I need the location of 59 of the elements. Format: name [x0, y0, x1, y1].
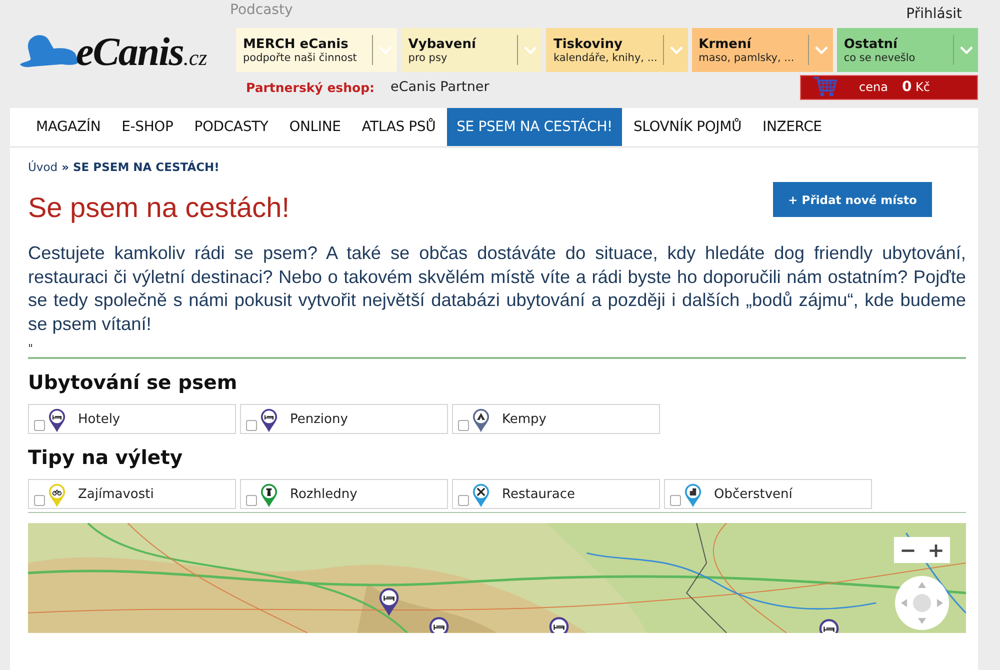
chevron-icon: [524, 46, 538, 54]
chevron-icon: [960, 46, 973, 54]
nav-tab[interactable]: INZERCE: [752, 108, 832, 146]
checkbox[interactable]: [458, 495, 469, 506]
checkbox[interactable]: [34, 420, 45, 431]
category-title: Krmení: [698, 36, 753, 52]
section-heading: Ubytování se psem: [28, 371, 238, 394]
nav-tab[interactable]: ATLAS PSŮ: [352, 108, 446, 146]
category-subtitle: podpořte naši činnost: [243, 52, 358, 64]
filter-option[interactable]: Rozhledny: [240, 479, 448, 509]
breadcrumb-current: SE PSEM NA CESTÁCH!: [73, 160, 220, 174]
section-heading: Tipy na výlety: [28, 446, 184, 469]
nav-tab[interactable]: SE PSEM NA CESTÁCH!: [446, 108, 622, 146]
nav-tab[interactable]: SLOVNÍK POJMŮ: [623, 108, 752, 146]
filter-option[interactable]: Občerstvení: [664, 479, 872, 509]
category-subtitle: pro psy: [408, 52, 448, 64]
cart-icon: [813, 76, 837, 98]
page-title: Se psem na cestách!: [28, 192, 290, 224]
category-title: Ostatní: [844, 36, 899, 52]
add-place-button[interactable]: + Přidat nové místo: [773, 182, 932, 217]
category-tab[interactable]: Krmení maso, pamlsky, ...: [692, 28, 833, 72]
filter-option[interactable]: Hotely: [28, 404, 236, 434]
category-subtitle: maso, pamlsky, ...: [698, 52, 796, 64]
checkbox[interactable]: [670, 495, 681, 506]
checkbox[interactable]: [246, 495, 257, 506]
chevron-icon: [814, 46, 828, 54]
category-tab[interactable]: Vybavení pro psy: [401, 28, 542, 72]
filter-option[interactable]: Penziony: [240, 404, 448, 434]
nav-tab[interactable]: PODCASTY: [184, 108, 278, 146]
checkbox[interactable]: [458, 420, 469, 431]
map-marker-icon: [378, 587, 400, 617]
checkbox[interactable]: [246, 420, 257, 431]
category-title: MERCH eCanis: [243, 36, 350, 52]
site-logo[interactable]: eCanis.cz: [76, 28, 208, 75]
category-tab[interactable]: Ostatní co se nevešlo: [836, 28, 978, 72]
breadcrumb-link[interactable]: Úvod: [28, 160, 58, 174]
breadcrumb-separator: »: [62, 160, 69, 174]
category-subtitle: kalendáře, knihy, ...: [553, 52, 658, 64]
partner-link[interactable]: eCanis Partner: [390, 79, 490, 95]
intro-paragraph: Cestujete kamkoliv rádi se psem? A také se občas dostáváte do situace, kdy hledáte dog friendly ubytování, restauraci či výletní destinaci? Nebo o takovém skvělém místě víte a rádi byste ho doporučili nám ostatním? Pojďte se tedy společně s námi pokusit vytvořit největší databázi ubytování a později i dalších „bodů zájmu“, kde budeme se psem vítaní!: [28, 242, 966, 336]
nav-tab[interactable]: E-SHOP: [112, 108, 184, 146]
cart-button[interactable]: cena 0 Kč: [800, 74, 978, 100]
category-subtitle: co se nevešlo: [844, 52, 916, 64]
login-link[interactable]: Přihlásit: [906, 6, 962, 28]
filter-option[interactable]: Zajímavosti: [28, 479, 236, 509]
chevron-icon: [670, 46, 683, 54]
category-tab[interactable]: Tiskoviny kalendáře, knihy, ...: [546, 28, 688, 72]
filter-option[interactable]: Kempy: [452, 404, 660, 434]
checkbox[interactable]: [34, 495, 45, 506]
nav-tab[interactable]: MAGAZÍN: [26, 108, 111, 146]
pan-control-icon[interactable]: [894, 575, 950, 631]
category-title: Vybavení: [408, 36, 478, 52]
stray-quote-mark: ": [28, 342, 34, 354]
category-tab[interactable]: MERCH eCanis podpořte naši činnost: [236, 28, 398, 72]
nav-tab[interactable]: ONLINE: [279, 108, 351, 146]
category-title: Tiskoviny: [553, 36, 624, 52]
chevron-icon: [379, 46, 392, 54]
partner-label: Partnerský eshop:: [246, 80, 375, 94]
filter-option[interactable]: Restaurace: [452, 479, 660, 509]
